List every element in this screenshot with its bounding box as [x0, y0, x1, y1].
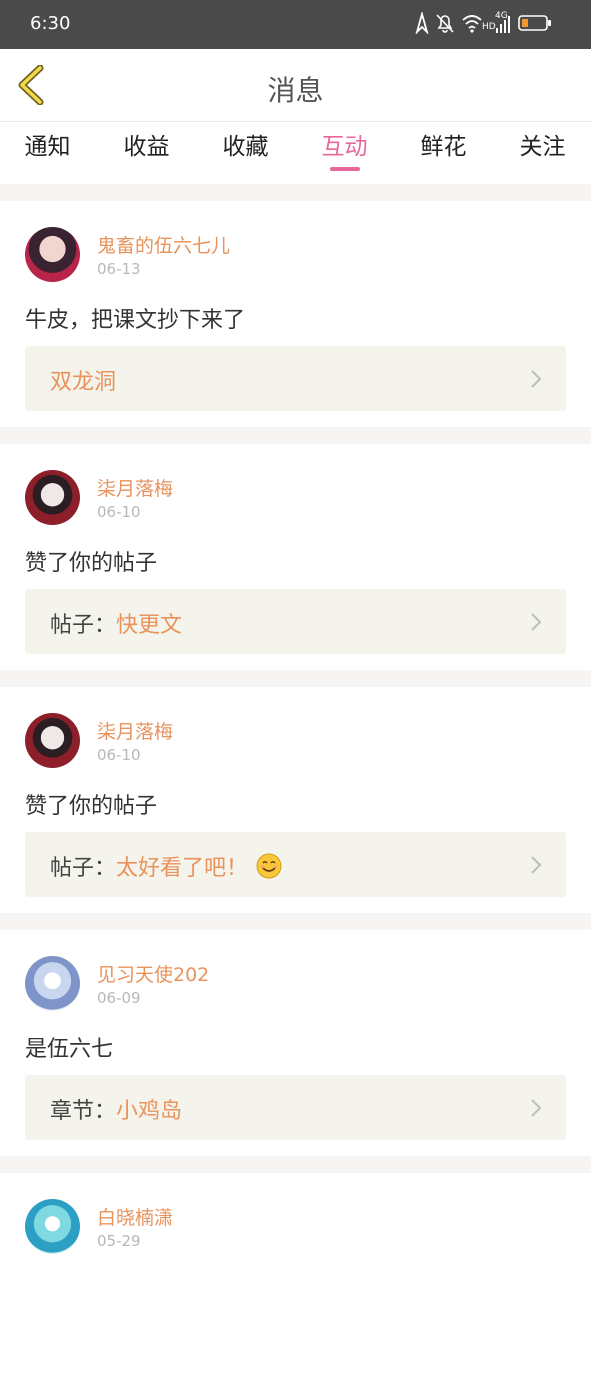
avatar[interactable] [25, 1199, 80, 1254]
tab-bar: 通知 收益 收藏 互动 鲜花 关注 [0, 122, 591, 184]
tab-following[interactable]: 关注 [493, 122, 591, 184]
reference-text: 帖子：太好看了吧！ [50, 850, 282, 882]
message-text: 牛皮，把课文抄下来了 [25, 308, 246, 333]
reference-type: 帖子： [50, 856, 117, 881]
reference-type: 章节： [50, 1099, 117, 1124]
tab-favorites[interactable]: 收藏 [196, 122, 295, 184]
active-tab-indicator [330, 167, 360, 171]
reference-type: 帖子： [50, 613, 117, 638]
tab-notifications[interactable]: 通知 [0, 122, 97, 184]
tab-label: 通知 [24, 134, 71, 160]
message-date: 06-10 [97, 746, 141, 764]
tab-label: 收藏 [222, 134, 269, 160]
reference-title: 太好看了吧！ [116, 856, 249, 881]
tab-label: 收益 [123, 134, 170, 160]
message-date: 06-10 [97, 503, 141, 521]
username[interactable]: 见习天使202 [97, 960, 209, 987]
reference-title: 小鸡岛 [116, 1099, 183, 1124]
tab-label: 互动 [321, 134, 368, 160]
message-card: 见习天使202 06-09 是伍六七 章节：小鸡岛 [0, 930, 591, 1156]
username[interactable]: 柒月落梅 [97, 717, 173, 744]
navigation-icon [415, 12, 429, 34]
avatar[interactable] [25, 956, 80, 1011]
message-card: 鬼畜的伍六七儿 06-13 牛皮，把课文抄下来了 双龙洞 [0, 201, 591, 427]
chevron-right-icon [531, 856, 542, 874]
smiling-face-icon [256, 853, 282, 879]
battery-icon [518, 15, 551, 31]
wifi-icon [462, 15, 482, 33]
page-title: 消息 [267, 74, 324, 107]
bell-muted-icon [436, 14, 454, 33]
avatar[interactable] [25, 227, 80, 282]
avatar[interactable] [25, 470, 80, 525]
username[interactable]: 白晓楠潇 [97, 1203, 173, 1230]
message-text: 赞了你的帖子 [25, 551, 158, 576]
message-card: 柒月落梅 06-10 赞了你的帖子 帖子：太好看了吧！ [0, 687, 591, 913]
reference-text: 帖子：快更文 [50, 607, 182, 639]
status-icons: HD 4G [415, 11, 565, 38]
status-time: 6:30 [30, 13, 71, 34]
reference-link[interactable]: 双龙洞 [25, 346, 566, 411]
reference-link[interactable]: 章节：小鸡岛 [25, 1075, 566, 1140]
message-date: 05-29 [97, 1232, 141, 1250]
chevron-right-icon [531, 613, 542, 631]
tab-earnings[interactable]: 收益 [97, 122, 196, 184]
tab-label: 关注 [519, 134, 566, 160]
signal-icon [496, 16, 510, 33]
tab-interactions[interactable]: 互动 [295, 122, 394, 184]
avatar[interactable] [25, 713, 80, 768]
hd-label: HD [482, 22, 496, 32]
tab-flowers[interactable]: 鲜花 [394, 122, 493, 184]
reference-text: 章节：小鸡岛 [50, 1093, 182, 1125]
chevron-right-icon [531, 1099, 542, 1117]
username[interactable]: 鬼畜的伍六七儿 [97, 231, 230, 258]
message-date: 06-09 [97, 989, 141, 1007]
username[interactable]: 柒月落梅 [97, 474, 173, 501]
reference-title: 双龙洞 [50, 370, 117, 395]
message-text: 赞了你的帖子 [25, 794, 158, 819]
status-bar: 6:30 HD 4G [0, 0, 591, 49]
reference-link[interactable]: 帖子：快更文 [25, 589, 566, 654]
reference-title: 快更文 [116, 613, 183, 638]
chevron-right-icon [531, 370, 542, 388]
app-bar: 消息 [0, 49, 591, 122]
message-card: 柒月落梅 06-10 赞了你的帖子 帖子：快更文 [0, 444, 591, 670]
reference-text: 双龙洞 [50, 364, 116, 396]
reference-link[interactable]: 帖子：太好看了吧！ [25, 832, 566, 897]
tab-label: 鲜花 [420, 134, 467, 160]
message-text: 是伍六七 [25, 1037, 114, 1062]
message-date: 06-13 [97, 260, 141, 278]
message-card: 白晓楠潇 05-29 [0, 1173, 591, 1399]
